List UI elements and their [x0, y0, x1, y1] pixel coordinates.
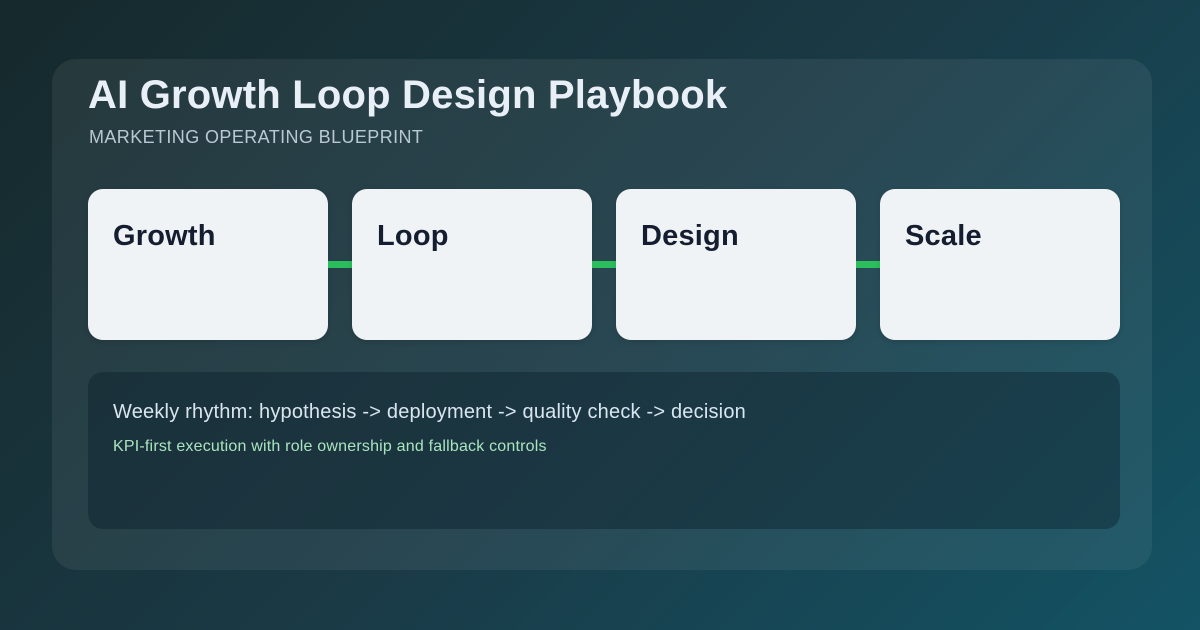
- step-card-loop: Loop: [352, 189, 592, 340]
- step-label-scale: Scale: [905, 220, 982, 252]
- connector-line: [856, 261, 880, 268]
- connector-line: [592, 261, 616, 268]
- step-card-design: Design: [616, 189, 856, 340]
- step-card-growth: Growth: [88, 189, 328, 340]
- step-label-design: Design: [641, 220, 739, 252]
- steps-row: Growth Loop Design Scale: [88, 189, 1120, 340]
- playbook-card: AI Growth Loop Design Playbook MARKETING…: [52, 59, 1152, 570]
- kpi-note-text: KPI-first execution with role ownership …: [113, 437, 1092, 458]
- connector-line: [328, 261, 352, 268]
- summary-panel: Weekly rhythm: hypothesis -> deployment …: [88, 372, 1120, 529]
- step-label-loop: Loop: [377, 220, 449, 252]
- weekly-rhythm-text: Weekly rhythm: hypothesis -> deployment …: [113, 399, 1092, 425]
- page-title: AI Growth Loop Design Playbook: [88, 71, 727, 119]
- background: AI Growth Loop Design Playbook MARKETING…: [0, 0, 1200, 630]
- step-label-growth: Growth: [113, 220, 216, 252]
- page-subtitle: MARKETING OPERATING BLUEPRINT: [89, 127, 423, 149]
- step-card-scale: Scale: [880, 189, 1120, 340]
